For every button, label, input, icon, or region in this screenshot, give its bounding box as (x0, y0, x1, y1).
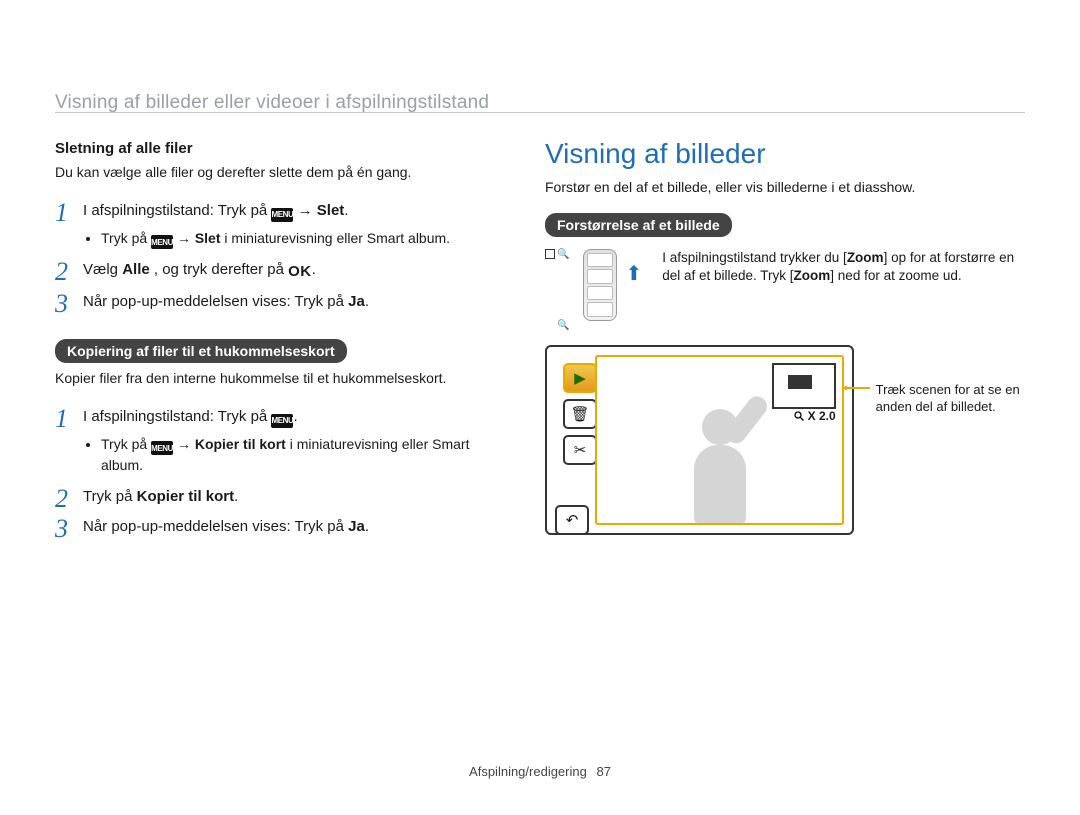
copy-step-2: Tryk på Kopier til kort. (55, 482, 505, 512)
delete-step-3: Når pop-up-meddelelsen vises: Tryk på Ja… (55, 287, 505, 317)
slideshow-icon: ▶ (563, 363, 597, 393)
delete-step-1: I afspilningstilstand: Tryk på MENU → Sl… (55, 196, 505, 256)
viewport-frame: X 2.0 (595, 355, 844, 525)
arrow-up-icon: ⬆ (625, 269, 642, 279)
back-icon: ↶ (555, 505, 589, 535)
navigator-box-icon (772, 363, 836, 409)
scissors-icon: ✂ (563, 435, 597, 465)
camera-screen-illustration: ▶ 🗑 ✂ ↶ (545, 345, 854, 535)
delete-step-1-note: Tryk på MENU → Slet i miniaturevisning e… (101, 228, 505, 250)
left-column: Sletning af alle filer Du kan vælge alle… (55, 140, 505, 561)
drag-scene-callout: Træk scenen for at se en anden del af bi… (864, 381, 1025, 416)
zoom-rocker-figure: 🔍 🔍 ⬆ I afspilningstilstand trykker du [… (545, 249, 1025, 331)
zoom-pill: Forstørrelse af et billede (545, 213, 732, 237)
menu-icon: MENU (271, 414, 293, 428)
delete-all-intro: Du kan vælge alle filer og derefter slet… (55, 163, 505, 182)
copy-pill: Kopiering af filer til et hukommelseskor… (55, 339, 347, 363)
footer-section: Afspilning/redigering (469, 764, 587, 779)
rocker-labels: 🔍 🔍 (545, 249, 569, 331)
header-divider (55, 112, 1025, 113)
right-title: Visning af billeder (545, 138, 1025, 170)
delete-all-heading: Sletning af alle filer (55, 140, 505, 157)
person-silhouette (652, 383, 782, 523)
menu-icon: MENU (151, 441, 173, 455)
ok-icon: OK (288, 261, 312, 283)
callout-leader-line (846, 387, 870, 389)
page-number: 87 (596, 764, 610, 779)
magnifier-icon (793, 410, 805, 422)
copy-intro: Kopier filer fra den interne hukommelse … (55, 369, 505, 388)
zoom-in-icon: 🔍 (545, 249, 569, 260)
page-header: Visning af billeder eller videoer i afsp… (55, 92, 1025, 114)
right-intro: Forstør en del af et billede, eller vis … (545, 178, 1025, 197)
copy-step-1: I afspilningstilstand: Tryk på MENU. Try… (55, 402, 505, 482)
zoom-level-badge: X 2.0 (793, 409, 836, 423)
page-footer: Afspilning/redigering 87 (0, 764, 1080, 779)
copy-step-3: Når pop-up-meddelelsen vises: Tryk på Ja… (55, 512, 505, 542)
content-columns: Sletning af alle filer Du kan vælge alle… (55, 140, 1025, 561)
trash-icon: 🗑 (563, 399, 597, 429)
right-column: Visning af billeder Forstør en del af et… (545, 140, 1025, 561)
menu-icon: MENU (151, 235, 173, 249)
delete-step-2: Vælg Alle , og tryk derefter på OK. (55, 255, 505, 287)
copy-step-1-note: Tryk på MENU → Kopier til kort i miniatu… (101, 434, 505, 476)
zoom-description: I afspilningstilstand trykker du [Zoom] … (662, 249, 1025, 285)
delete-steps: I afspilningstilstand: Tryk på MENU → Sl… (55, 196, 505, 317)
zoom-rocker-icon (583, 249, 617, 321)
screen-toolbar: ▶ 🗑 ✂ (563, 363, 597, 465)
menu-icon: MENU (271, 208, 293, 222)
zoom-out-icon: 🔍 (545, 320, 569, 331)
manual-page: Visning af billeder eller videoer i afsp… (0, 0, 1080, 815)
copy-steps: I afspilningstilstand: Tryk på MENU. Try… (55, 402, 505, 541)
screen-figure-row: ▶ 🗑 ✂ ↶ (545, 345, 1025, 535)
